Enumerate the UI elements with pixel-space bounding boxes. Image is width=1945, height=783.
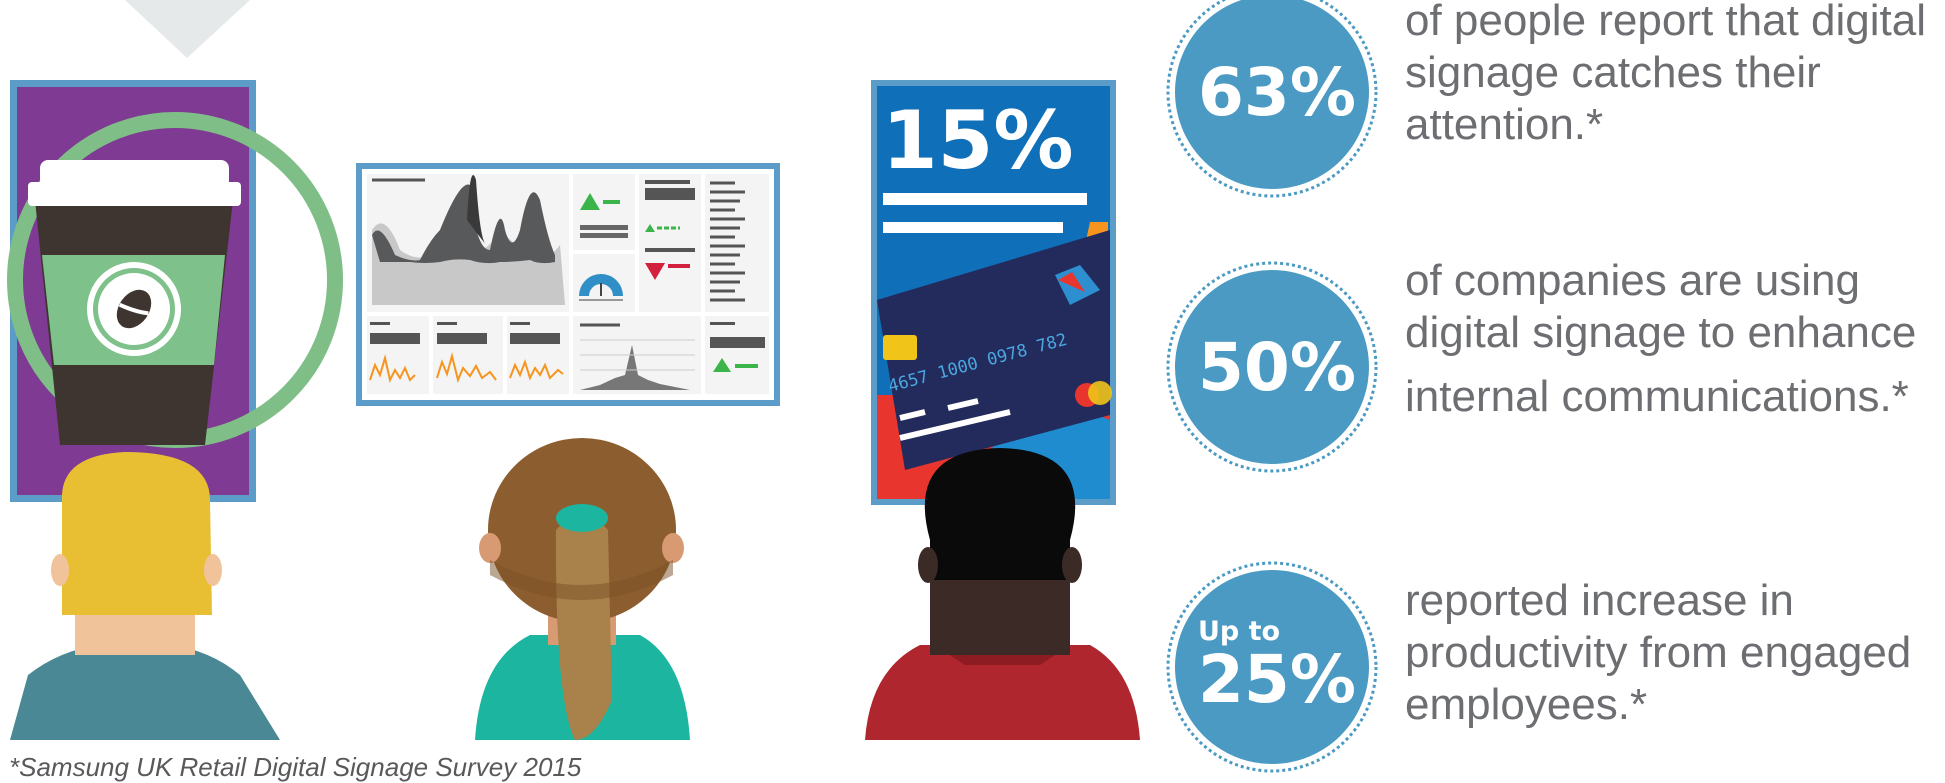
analytics-dashboard-screen [356,163,780,406]
credit-card-promo-screen: 15% 4657 1000 0978 782 [871,80,1116,505]
stat-text-line: productivity from engaged [1405,628,1912,677]
stat-text-25: reported increase in productivity from e… [1405,575,1911,731]
coffee-cup-icon [28,160,241,445]
stat-value-25: 25% [1198,641,1356,718]
stat-text-63: of people report that digital signage ca… [1405,0,1926,151]
ponytail-person-figure [475,438,690,740]
promo-headline: 15% [882,94,1073,187]
stat-value-63: 63% [1198,54,1356,131]
stat-text-line: attention.* [1405,100,1604,149]
stat-text-line: signage catches their [1405,48,1821,97]
stat-text-line: of companies are using [1405,256,1860,305]
survey-footnote: *Samsung UK Retail Digital Signage Surve… [9,752,582,782]
stat-text-line: employees.* [1405,680,1648,729]
stat-text-line: of people report that digital [1405,0,1927,45]
stat-text-line: digital signage to enhance [1405,308,1917,357]
top-chevron-shape [125,0,250,58]
stat-text-50: of companies are using digital signage t… [1405,255,1916,423]
stat-text-line: internal communications.* [1405,372,1909,421]
stat-text-line: reported increase in [1405,576,1794,625]
stat-value-50: 50% [1198,329,1356,406]
